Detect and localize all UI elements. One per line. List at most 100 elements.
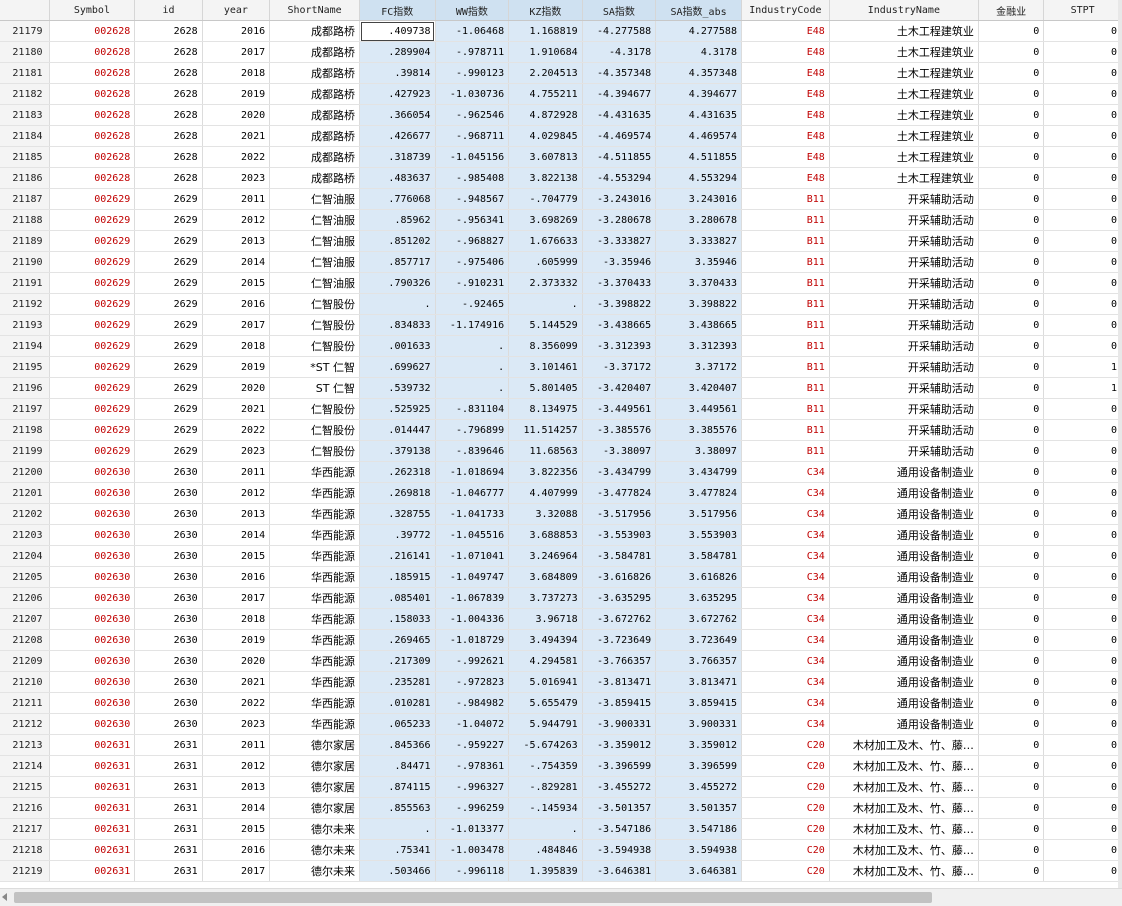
table-cell[interactable]: 0 (978, 62, 1045, 84)
table-cell[interactable]: -3.420407 (582, 377, 657, 399)
table-cell[interactable]: 0 (1043, 671, 1122, 693)
table-cell[interactable]: 通用设备制造业 (829, 608, 979, 630)
table-cell[interactable]: 2630 (134, 524, 203, 546)
table-cell[interactable]: 2631 (134, 797, 203, 819)
row-number[interactable]: 21194 (0, 335, 50, 357)
table-row[interactable]: 21181 002628 2628 2018 成都路桥 .39814 -.990123 2.2… (0, 62, 1122, 84)
table-cell[interactable]: 木材加工及木、竹、藤… (829, 818, 979, 840)
table-cell[interactable]: 3.246964 (508, 545, 583, 567)
column-header[interactable]: Symbol (49, 0, 136, 21)
table-cell[interactable]: 002629 (49, 335, 136, 357)
table-cell[interactable]: 开采辅助活动 (829, 272, 979, 294)
table-cell[interactable]: 华西能源 (269, 566, 360, 588)
table-cell[interactable]: 0 (978, 335, 1045, 357)
table-cell[interactable]: 仁智股份 (269, 419, 360, 441)
table-cell[interactable]: C34 (741, 482, 830, 504)
table-cell[interactable]: -1.004336 (435, 608, 510, 630)
table-cell[interactable]: -.978361 (435, 755, 510, 777)
table-cell[interactable]: -3.434799 (582, 461, 657, 483)
table-cell[interactable]: -3.385576 (582, 419, 657, 441)
table-row[interactable]: 21187 002629 2629 2011 仁智油服 .776068 -.948567 -.… (0, 188, 1122, 210)
table-row[interactable]: 21209 002630 2630 2020 华西能源 .217309 -.992621 4.… (0, 650, 1122, 672)
table-cell[interactable]: 0 (1043, 104, 1122, 126)
table-cell[interactable]: 002630 (49, 671, 136, 693)
table-cell[interactable]: 002631 (49, 818, 136, 840)
table-cell[interactable]: B11 (741, 398, 830, 420)
table-cell[interactable]: .379138 (359, 440, 436, 462)
table-cell[interactable]: 1 (1043, 377, 1122, 399)
table-cell[interactable]: 4.755211 (508, 83, 583, 105)
table-cell[interactable]: -.968711 (435, 125, 510, 147)
table-cell[interactable]: 0 (1043, 209, 1122, 231)
table-cell[interactable]: 木材加工及木、竹、藤… (829, 776, 979, 798)
table-cell[interactable]: 0 (1043, 650, 1122, 672)
table-cell[interactable]: -4.3178 (582, 41, 657, 63)
table-cell[interactable]: -3.859415 (582, 692, 657, 714)
table-cell[interactable]: 3.101461 (508, 356, 583, 378)
table-cell[interactable]: 通用设备制造业 (829, 503, 979, 525)
table-cell[interactable]: 3.494394 (508, 629, 583, 651)
table-cell[interactable]: 0 (1043, 755, 1122, 777)
table-cell[interactable]: 2631 (134, 755, 203, 777)
table-row[interactable]: 21195 002629 2629 2019 *ST 仁智 .699627. 3.10146… (0, 356, 1122, 378)
table-cell[interactable]: 成都路桥 (269, 125, 360, 147)
table-cell[interactable]: 木材加工及木、竹、藤… (829, 734, 979, 756)
row-number[interactable]: 21217 (0, 818, 50, 840)
table-cell[interactable]: 002630 (49, 713, 136, 735)
table-cell[interactable]: 2629 (134, 440, 203, 462)
table-cell[interactable]: B11 (741, 230, 830, 252)
row-number[interactable]: 21184 (0, 125, 50, 147)
table-cell[interactable]: . (435, 356, 510, 378)
table-cell[interactable]: -.996118 (435, 860, 510, 882)
table-cell[interactable]: 华西能源 (269, 713, 360, 735)
table-cell[interactable]: 0 (978, 797, 1045, 819)
table-cell[interactable]: 2017 (202, 41, 271, 63)
table-cell[interactable]: 002629 (49, 356, 136, 378)
row-number[interactable]: 21204 (0, 545, 50, 567)
table-cell[interactable]: 0 (1043, 398, 1122, 420)
table-cell[interactable]: 002628 (49, 104, 136, 126)
table-row[interactable]: 21217 002631 2631 2015 德尔未来. -1.013377. -3.547… (0, 818, 1122, 840)
table-cell[interactable]: 德尔未来 (269, 860, 360, 882)
table-cell[interactable]: 仁智油服 (269, 188, 360, 210)
table-cell[interactable]: 002631 (49, 734, 136, 756)
column-header[interactable]: IndustryCode (741, 0, 830, 21)
row-number[interactable]: 21193 (0, 314, 50, 336)
table-cell[interactable]: 3.96718 (508, 608, 583, 630)
table-cell[interactable]: .790326 (359, 272, 436, 294)
table-cell[interactable]: 002631 (49, 755, 136, 777)
table-cell[interactable]: 002629 (49, 272, 136, 294)
table-row[interactable]: 21215 002631 2631 2013 德尔家居 .874115 -.996327 -.… (0, 776, 1122, 798)
table-cell[interactable]: 002629 (49, 293, 136, 315)
table-cell[interactable]: 0 (1043, 83, 1122, 105)
table-cell[interactable]: 3.607813 (508, 146, 583, 168)
table-row[interactable]: 21205 002630 2630 2016 华西能源 .185915 -1.049747 3… (0, 566, 1122, 588)
table-cell[interactable]: -3.35946 (582, 251, 657, 273)
table-cell[interactable]: 土木工程建筑业 (829, 125, 979, 147)
table-cell[interactable]: .318739 (359, 146, 436, 168)
table-cell[interactable]: 0 (978, 692, 1045, 714)
table-cell[interactable]: 开采辅助活动 (829, 230, 979, 252)
table-cell[interactable]: 3.359012 (655, 734, 742, 756)
table-cell[interactable]: 2628 (134, 167, 203, 189)
table-cell[interactable]: 0 (978, 314, 1045, 336)
table-cell[interactable]: 0 (978, 566, 1045, 588)
row-number[interactable]: 21216 (0, 797, 50, 819)
table-cell[interactable]: .855563 (359, 797, 436, 819)
table-cell[interactable]: 0 (1043, 839, 1122, 861)
table-cell[interactable]: E48 (741, 104, 830, 126)
table-cell[interactable]: 0 (1043, 860, 1122, 882)
table-cell[interactable]: -3.594938 (582, 839, 657, 861)
table-cell[interactable]: 002629 (49, 440, 136, 462)
table-cell[interactable]: .269818 (359, 482, 436, 504)
table-cell[interactable]: -3.449561 (582, 398, 657, 420)
table-cell[interactable]: 11.68563 (508, 440, 583, 462)
table-cell[interactable]: E48 (741, 20, 830, 42)
table-cell[interactable]: -3.517956 (582, 503, 657, 525)
table-cell[interactable]: 002629 (49, 230, 136, 252)
table-cell[interactable]: 2628 (134, 20, 203, 42)
table-cell[interactable]: .75341 (359, 839, 436, 861)
table-row[interactable]: 21183 002628 2628 2020 成都路桥 .366054 -.962546 4.… (0, 104, 1122, 126)
table-cell[interactable]: 成都路桥 (269, 20, 360, 42)
table-cell[interactable]: -.956341 (435, 209, 510, 231)
